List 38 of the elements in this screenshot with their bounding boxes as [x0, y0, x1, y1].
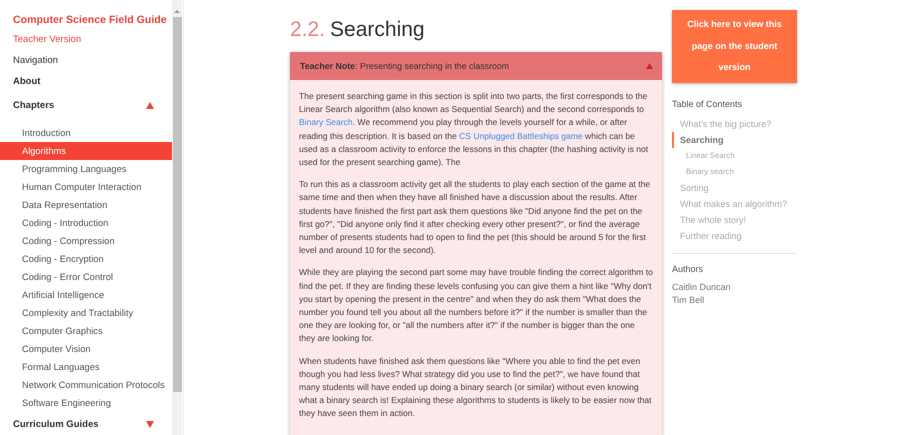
note-title: Teacher Note: Presenting searching in the classroom — [300, 61, 510, 71]
scrollbar[interactable] — [172, 0, 182, 435]
chapter-link[interactable]: Artificial Intelligence — [0, 286, 172, 304]
chapter-link[interactable]: Algorithms — [0, 142, 172, 160]
chapter-link[interactable]: Computer Graphics — [0, 322, 172, 340]
chapter-link[interactable]: Coding - Compression — [0, 232, 172, 250]
chapter-link[interactable]: Computer Vision — [0, 340, 172, 358]
chapter-link[interactable]: Formal Languages — [0, 358, 172, 376]
paragraph: When students have finished ask them questions like "Where you able to find the pet even though you had less lives? What strategy did you use to find the pet?", we have found that many students will have ended up doing a binary search (or similar) without even knowing what a binary search is! Explaining these algorithms to students is likely to be easier now that they have seen them in action. — [299, 354, 653, 420]
chapter-link[interactable]: Introduction — [0, 124, 172, 142]
collapse-caret-icon[interactable] — [146, 102, 154, 109]
section-heading[interactable]: Curriculum Guides — [13, 419, 99, 430]
note-header[interactable]: Teacher Note: Presenting searching in the classroom — [290, 52, 662, 80]
version-label: Teacher Version — [12, 34, 82, 45]
chapter-link[interactable]: Data Representation — [0, 196, 172, 214]
paragraph: The present searching game in this section is split into two parts, the first corresponds to the Linear Search algorithm (also known as Sequential Search) and the second corresponds to Binary Search. We recommend you play through the levels yourself for a while, or after reading this description. It is based on the CS Unplugged Battleships game which can be used as a classroom activity to enforce the lessons in this chapter (the hashing activity is not used for the present searching game). The — [299, 90, 650, 170]
toc-link[interactable]: Searching — [672, 132, 797, 148]
chapter-link[interactable]: Coding - Error Control — [0, 268, 172, 286]
chapter-link[interactable]: Coding - Encryption — [0, 250, 172, 268]
chapter-link[interactable]: Programming Languages — [0, 160, 172, 178]
chapter-link[interactable]: Software Engineering — [0, 394, 172, 412]
author-name: Tim Bell — [672, 294, 706, 306]
chapter-link[interactable]: Network Communication Protocols — [0, 376, 172, 394]
paragraph: While they are playing the second part some may have trouble finding the correct algorithm to find the pet. If they are finding these levels confusing you can give them a hint like "Why don't you start by opening the present in the centre" and when they do ask them "What does the number you found tell you about all the numbers before it?" if the number is smaller than the one they are looking for, or "all the numbers after it?" if the number is bigger than the one they are looking for. — [299, 266, 653, 346]
chapter-link[interactable]: Complexity and Tractability — [0, 304, 172, 322]
expand-caret-icon[interactable] — [146, 421, 154, 428]
chapter-link[interactable]: Human Computer Interaction — [0, 178, 172, 196]
toc-heading: Table of Contents — [672, 98, 744, 108]
chapter-link[interactable]: Coding - Introduction — [0, 214, 172, 232]
author-name: Caitlin Duncan — [672, 280, 732, 294]
authors-heading: Authors — [672, 264, 704, 274]
section-heading[interactable]: Chapters — [13, 100, 54, 111]
page-title: Searching — [330, 18, 425, 42]
nav-link[interactable]: About — [0, 76, 172, 87]
paragraph: To run this as a classroom activity get all the students to play each section of the game at the same time and then when they have all finished have a discussion about the results. After students have finished the first part ask them questions like "Did anyone find the pet on the first go?", "Did anyone only find it after checking every other present?", or find the average number of presents students had to open to find the pet (this should be around 5 for the first level and around 10 for the second). — [299, 178, 652, 258]
site-title[interactable]: Computer Science Field Guide — [0, 14, 172, 26]
section-number: 2.2. — [290, 18, 326, 42]
nav-link[interactable]: Navigation — [0, 55, 172, 66]
